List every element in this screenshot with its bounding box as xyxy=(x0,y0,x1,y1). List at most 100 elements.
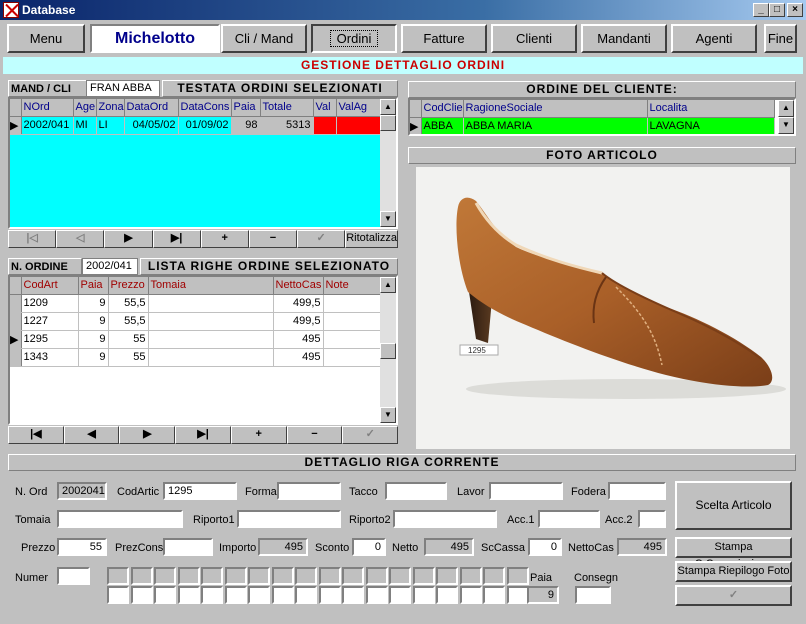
post-record-button[interactable]: ✓ xyxy=(297,230,346,248)
col-paia[interactable]: Paia xyxy=(78,277,109,295)
ordini-button[interactable]: Ordini xyxy=(311,24,397,53)
col-age[interactable]: Age xyxy=(73,99,97,117)
post-record-button[interactable]: ✓ xyxy=(342,426,399,444)
sccassa-field[interactable]: 0 xyxy=(528,538,562,556)
last-record-button[interactable]: ▶| xyxy=(152,230,201,248)
tacco-field[interactable] xyxy=(385,482,447,500)
delete-record-button[interactable]: − xyxy=(286,426,343,444)
size-qty-cell[interactable] xyxy=(295,586,317,604)
righe-scrollbar[interactable]: ▲ ▼ xyxy=(380,277,396,423)
size-qty-cell[interactable] xyxy=(130,586,153,604)
size-qty-cell[interactable] xyxy=(342,586,364,604)
col-datacons[interactable]: DataCons xyxy=(178,99,232,117)
ritotalizza-button[interactable]: Ritotalizza xyxy=(345,230,398,248)
cell-paia: 9 xyxy=(78,294,109,313)
col-valag[interactable]: ValAg xyxy=(336,99,383,117)
col-prezzo[interactable]: Prezzo xyxy=(108,277,149,295)
add-record-button[interactable]: + xyxy=(200,230,249,248)
fatture-button[interactable]: Fatture xyxy=(401,24,487,53)
col-codclie[interactable]: CodClie xyxy=(421,100,464,118)
scroll-down-icon[interactable]: ▼ xyxy=(380,407,396,423)
table-row[interactable]: 1343 9 55 495 xyxy=(10,348,381,367)
scroll-up-icon[interactable]: ▲ xyxy=(380,277,396,293)
next-record-button[interactable]: ▶ xyxy=(119,426,176,444)
scroll-thumb[interactable] xyxy=(380,115,396,131)
cli-mand-button[interactable]: Cli / Mand xyxy=(221,24,307,53)
col-note[interactable]: Note xyxy=(323,277,381,295)
last-record-button[interactable]: ▶| xyxy=(175,426,231,444)
table-row[interactable]: ▶ ABBA ABBA MARIA LAVAGNA xyxy=(410,117,775,134)
riporto2-field[interactable] xyxy=(393,510,497,528)
menu-button[interactable]: Menu xyxy=(7,24,85,53)
scelta-articolo-button[interactable]: Scelta Articolo xyxy=(675,481,792,530)
size-qty-cell[interactable] xyxy=(459,586,482,604)
cliente-scrollbar[interactable]: ▲ ▼ xyxy=(778,100,794,134)
prezzo-field[interactable]: 55 xyxy=(57,538,107,556)
first-record-button[interactable]: |◀ xyxy=(8,426,64,444)
table-row[interactable]: ▶ 2002/041 MI LI 04/05/02 01/09/02 98 53… xyxy=(10,116,383,135)
scroll-up-icon[interactable]: ▲ xyxy=(380,99,396,115)
col-zona[interactable]: Zona xyxy=(96,99,125,117)
col-tomaia[interactable]: Tomaia xyxy=(148,277,274,295)
size-qty-cell[interactable] xyxy=(224,586,247,604)
col-codart[interactable]: CodArt xyxy=(21,277,79,295)
testata-scrollbar[interactable]: ▲ ▼ xyxy=(380,99,396,227)
size-qty-cell[interactable] xyxy=(436,586,458,604)
size-qty-cell[interactable] xyxy=(318,586,341,604)
size-qty-cell[interactable] xyxy=(483,586,505,604)
scroll-up-icon[interactable]: ▲ xyxy=(778,100,794,117)
size-qty-cell[interactable] xyxy=(177,586,200,604)
size-qty-cell[interactable] xyxy=(365,586,388,604)
col-localita[interactable]: Localita xyxy=(647,100,775,118)
clienti-button[interactable]: Clienti xyxy=(491,24,577,53)
acc2-field[interactable] xyxy=(638,510,666,528)
mandanti-button[interactable]: Mandanti xyxy=(581,24,667,53)
tomaia-field[interactable] xyxy=(57,510,183,528)
scroll-thumb[interactable] xyxy=(380,343,396,359)
close-icon[interactable]: × xyxy=(787,3,803,17)
prev-record-button[interactable]: ◁ xyxy=(56,230,105,248)
scroll-down-icon[interactable]: ▼ xyxy=(380,211,396,227)
table-row[interactable]: ▶ 1295 9 55 495 xyxy=(10,330,381,349)
first-record-button[interactable]: |◁ xyxy=(8,230,57,248)
size-qty-cell[interactable] xyxy=(248,586,270,604)
codartic-field[interactable]: 1295 xyxy=(163,482,237,500)
stampa-commissione-button[interactable]: Stampa C.Commissione xyxy=(675,537,792,570)
riporto1-field[interactable] xyxy=(237,510,341,528)
scroll-down-icon[interactable]: ▼ xyxy=(778,117,794,134)
lavor-field[interactable] xyxy=(489,482,563,500)
fodera-field[interactable] xyxy=(608,482,666,500)
col-ragionesociale[interactable]: RagioneSociale xyxy=(463,100,648,118)
size-qty-cell[interactable] xyxy=(389,586,411,604)
stampa-riepilogo-foto-button[interactable]: Stampa Riepilogo Foto xyxy=(675,561,792,582)
agenti-button[interactable]: Agenti xyxy=(671,24,757,53)
consegn-field[interactable] xyxy=(575,586,611,604)
col-val[interactable]: Val xyxy=(313,99,337,117)
numer-field[interactable] xyxy=(57,567,90,585)
size-qty-cell[interactable] xyxy=(271,586,294,604)
forma-field[interactable] xyxy=(277,482,341,500)
col-paia[interactable]: Paia xyxy=(231,99,261,117)
confirm-button[interactable]: ✓ xyxy=(675,585,792,606)
table-row[interactable]: 1227 9 55,5 499,5 xyxy=(10,312,381,331)
col-totale[interactable]: Totale xyxy=(260,99,314,117)
delete-record-button[interactable]: − xyxy=(248,230,298,248)
size-qty-cell[interactable] xyxy=(107,586,129,604)
prev-record-button[interactable]: ◀ xyxy=(63,426,120,444)
size-qty-cell[interactable] xyxy=(506,586,529,604)
acc1-field[interactable] xyxy=(538,510,600,528)
add-record-button[interactable]: + xyxy=(230,426,287,444)
next-record-button[interactable]: ▶ xyxy=(104,230,153,248)
minimize-icon[interactable]: _ xyxy=(753,3,769,17)
table-row[interactable]: 1209 9 55,5 499,5 xyxy=(10,294,381,313)
size-qty-cell[interactable] xyxy=(154,586,176,604)
size-qty-cell[interactable] xyxy=(201,586,223,604)
col-dataord[interactable]: DataOrd xyxy=(124,99,179,117)
col-nord[interactable]: NOrd xyxy=(21,99,74,117)
maximize-icon[interactable]: □ xyxy=(769,3,785,17)
size-qty-cell[interactable] xyxy=(412,586,435,604)
col-nettocas[interactable]: NettoCas xyxy=(273,277,324,295)
prezcons-field[interactable] xyxy=(163,538,213,556)
sconto-field[interactable]: 0 xyxy=(352,538,386,556)
fine-button[interactable]: Fine xyxy=(764,24,797,53)
